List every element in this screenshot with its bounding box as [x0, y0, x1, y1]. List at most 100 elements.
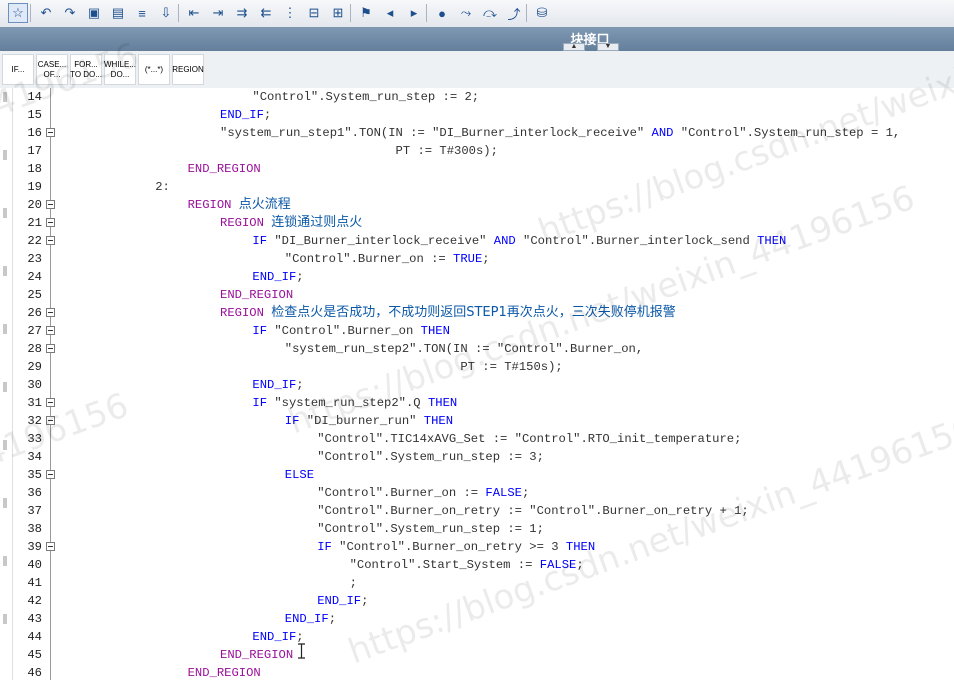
code-token: 2:	[155, 180, 170, 194]
monitor-all-icon[interactable]: ▤	[108, 3, 128, 23]
monitor-icon[interactable]: ▣	[84, 3, 104, 23]
code-line[interactable]: 41;	[0, 574, 954, 592]
prev-bookmark-icon[interactable]: ◂	[380, 3, 400, 23]
step-over-icon[interactable]: ⤼	[480, 3, 500, 23]
code-text: IF "system_run_step2".Q THEN	[252, 394, 457, 412]
code-line[interactable]: 24 END_IF;	[0, 268, 954, 286]
line-number: 31	[27, 396, 42, 410]
fold-toggle-icon[interactable]	[46, 398, 55, 407]
fold-toggle-icon[interactable]	[46, 218, 55, 227]
indent-icon[interactable]: ⇉	[232, 3, 252, 23]
line-number: 44	[27, 630, 42, 644]
download-icon[interactable]: ⇩	[156, 3, 176, 23]
code-editor[interactable]: 14 "Control".System_run_step := 2; 15 END_I…	[0, 88, 954, 680]
step-out-icon[interactable]: ⤴	[504, 3, 524, 23]
fold-toggle-icon[interactable]	[46, 326, 55, 335]
code-line[interactable]: 19 2:	[0, 178, 954, 196]
code-text: "Control".Burner_on := FALSE;	[317, 484, 529, 502]
delete-block-call-icon[interactable]: ↷	[60, 3, 80, 23]
code-token: "Control".Start_System :=	[349, 558, 540, 572]
snippet-region-button[interactable]: REGION	[172, 54, 204, 85]
code-line[interactable]: 46 END_REGION	[0, 664, 954, 682]
snippet-if-button[interactable]: IF...	[2, 54, 34, 85]
fold-toggle-icon[interactable]	[46, 200, 55, 209]
snippet-for-button[interactable]: FOR... TO DO...	[70, 54, 102, 85]
code-line[interactable]: 20 REGION 点火流程	[0, 196, 954, 214]
code-token: PT := T#300s);	[220, 144, 498, 158]
line-number: 45	[27, 648, 42, 662]
fold-toggle-icon[interactable]	[46, 128, 55, 137]
indent-more-icon[interactable]: ⇥	[208, 3, 228, 23]
toolbar-separator	[426, 4, 427, 22]
code-line[interactable]: 40 "Control".Start_System := FALSE;	[0, 556, 954, 574]
fold-icon[interactable]: ⊟	[304, 3, 324, 23]
code-line[interactable]: 18 END_REGION	[0, 160, 954, 178]
keyword-token: END_IF	[317, 594, 362, 608]
fold-toggle-icon[interactable]	[46, 308, 55, 317]
line-number: 34	[27, 450, 42, 464]
code-line[interactable]: 23 "Control".Burner_on := TRUE;	[0, 250, 954, 268]
insert-block-call-icon[interactable]: ↶	[36, 3, 56, 23]
region-keyword-token: END_REGION	[220, 648, 294, 662]
fold-toggle-icon[interactable]	[46, 236, 55, 245]
code-line[interactable]: 17 PT := T#300s);	[0, 142, 954, 160]
keyword-token: AND	[493, 234, 516, 248]
code-line[interactable]: 29 PT := T#150s);	[0, 358, 954, 376]
unfold-icon[interactable]: ⊞	[328, 3, 348, 23]
snippet-while-button[interactable]: WHILE... DO...	[104, 54, 136, 85]
panel-collapse-tab[interactable]: ▼	[597, 43, 619, 51]
outdent-icon[interactable]: ⇇	[256, 3, 276, 23]
code-line[interactable]: 44 END_IF;	[0, 628, 954, 646]
code-line[interactable]: 38 "Control".System_run_step := 1;	[0, 520, 954, 538]
line-number: 18	[27, 162, 42, 176]
fold-toggle-icon[interactable]	[46, 542, 55, 551]
code-token: ;	[576, 558, 584, 572]
code-token: "Control".Burner_on :=	[284, 252, 454, 266]
list-icon[interactable]: ≡	[132, 3, 152, 23]
code-line[interactable]: 16 "system_run_step1".TON(IN := "DI_Burne…	[0, 124, 954, 142]
snippet-case-button[interactable]: CASE... OF...	[36, 54, 68, 85]
code-line[interactable]: 33 "Control".TIC14xAVG_Set := "Control".R…	[0, 430, 954, 448]
code-line[interactable]: 45 END_REGION	[0, 646, 954, 664]
keyword-token: FALSE	[485, 486, 522, 500]
indent-less-icon[interactable]: ⇤	[184, 3, 204, 23]
code-text: END_IF;	[220, 106, 271, 124]
fold-toggle-icon[interactable]	[46, 416, 55, 425]
code-line[interactable]: 42 END_IF;	[0, 592, 954, 610]
next-bookmark-icon[interactable]: ▸	[404, 3, 424, 23]
columns-icon[interactable]: ⋮	[280, 3, 300, 23]
code-line[interactable]: 25 END_REGION	[0, 286, 954, 304]
favorites-icon[interactable]: ☆	[8, 3, 28, 23]
code-line[interactable]: 27 IF "Control".Burner_on THEN	[0, 322, 954, 340]
panel-expand-tab[interactable]: ▲	[563, 43, 585, 51]
bookmark-icon[interactable]: ⚑	[356, 3, 376, 23]
code-line[interactable]: 37 "Control".Burner_on_retry := "Control"…	[0, 502, 954, 520]
db-icon[interactable]: ⛁	[532, 3, 552, 23]
breakpoint-icon[interactable]: ●	[432, 3, 452, 23]
region-comment-token: 检查点火是否成功，不成功则返回STEP1再次点火，三次失败停机报警	[271, 305, 676, 320]
fold-toggle-icon[interactable]	[46, 470, 55, 479]
code-line[interactable]: 14 "Control".System_run_step := 2;	[0, 88, 954, 106]
code-line[interactable]: 36 "Control".Burner_on := FALSE;	[0, 484, 954, 502]
code-line[interactable]: 15 END_IF;	[0, 106, 954, 124]
fold-toggle-icon[interactable]	[46, 344, 55, 353]
code-token: ;	[296, 378, 304, 392]
code-line[interactable]: 32 IF "DI_burner_run" THEN	[0, 412, 954, 430]
snippet-comment-button[interactable]: (*...*)	[138, 54, 170, 85]
code-text: "Control".Start_System := FALSE;	[350, 556, 584, 574]
step-icon[interactable]: ⤳	[456, 3, 476, 23]
code-line[interactable]: 34 "Control".System_run_step := 3;	[0, 448, 954, 466]
code-line[interactable]: 30 END_IF;	[0, 376, 954, 394]
code-line[interactable]: 31 IF "system_run_step2".Q THEN	[0, 394, 954, 412]
code-token: ;	[482, 252, 490, 266]
code-line[interactable]: 26 REGION 检查点火是否成功，不成功则返回STEP1再次点火，三次失败停机…	[0, 304, 954, 322]
code-line[interactable]: 21 REGION 连锁通过则点火	[0, 214, 954, 232]
keyword-token: IF	[284, 414, 300, 428]
line-number: 42	[27, 594, 42, 608]
instruction-snippet-bar: IF... CASE... OF... FOR... TO DO... WHIL…	[0, 51, 954, 89]
code-line[interactable]: 43 END_IF;	[0, 610, 954, 628]
code-line[interactable]: 22 IF "DI_Burner_interlock_receive" AND "…	[0, 232, 954, 250]
code-line[interactable]: 28 "system_run_step2".TON(IN := "Control"…	[0, 340, 954, 358]
code-line[interactable]: 35 ELSE	[0, 466, 954, 484]
code-line[interactable]: 39 IF "Control".Burner_on_retry >= 3 THEN	[0, 538, 954, 556]
